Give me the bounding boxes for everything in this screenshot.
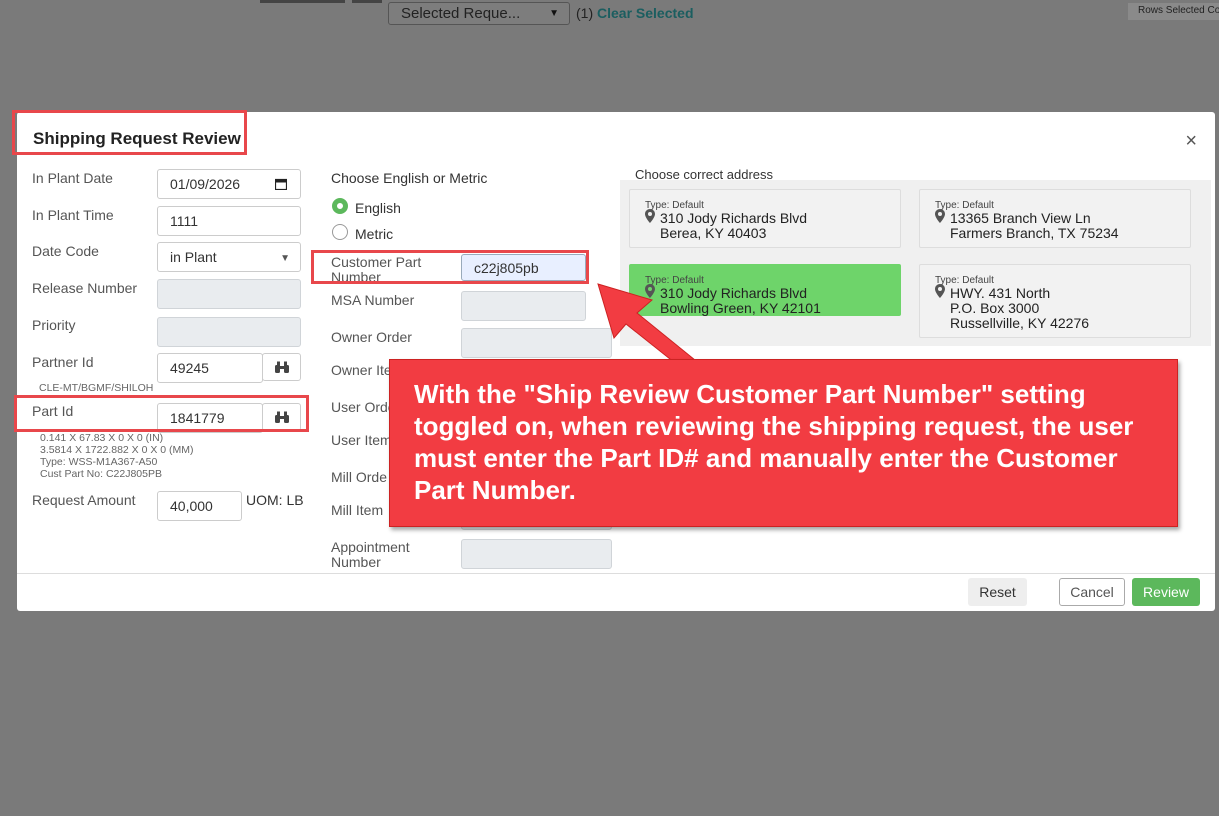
metric-radio-label: Metric	[355, 226, 394, 242]
address-line1: 13365 Branch View Ln	[950, 210, 1091, 226]
address-card[interactable]: Type: Default 310 Jody Richards Blvd Ber…	[629, 189, 901, 248]
request-amount-field[interactable]: 40,000	[157, 491, 242, 521]
date-code-label: Date Code	[32, 243, 99, 259]
priority-label: Priority	[32, 317, 76, 333]
address-line1: 310 Jody Richards Blvd	[660, 210, 808, 226]
partner-info: CLE-MT/BGMF/SHILOH	[39, 382, 154, 394]
review-button[interactable]: Review	[1132, 578, 1200, 606]
map-pin-icon	[645, 284, 655, 298]
release-number-field	[157, 279, 301, 309]
english-radio[interactable]	[332, 198, 348, 214]
appointment-number-field	[461, 539, 612, 569]
background-toolbar-line	[260, 0, 345, 3]
owner-item-label: Owner Ite	[331, 362, 392, 378]
in-plant-time-field[interactable]: 1111	[157, 206, 301, 236]
address-card[interactable]: Type: Default 13365 Branch View Ln Farme…	[919, 189, 1191, 248]
address-line1: HWY. 431 North	[950, 285, 1051, 301]
appointment-number-label: Appointment Number	[331, 539, 410, 570]
address-line2: Farmers Branch, TX 75234	[950, 225, 1119, 241]
in-plant-date-label: In Plant Date	[32, 170, 113, 186]
in-plant-date-value: 01/09/2026	[170, 176, 241, 192]
chevron-down-icon: ▼	[280, 253, 290, 264]
in-plant-date-field[interactable]: 01/09/2026	[157, 169, 301, 199]
owner-order-label: Owner Order	[331, 329, 412, 345]
part-dims-mm: 3.5814 X 1722.882 X 0 X 0 (MM)	[40, 444, 194, 456]
map-pin-icon	[645, 209, 655, 223]
partner-id-label: Partner Id	[32, 354, 94, 370]
english-radio-label: English	[355, 200, 401, 216]
selected-requests-value: Selected Reque...	[401, 5, 521, 22]
rows-selected-label: Rows Selected Co	[1128, 3, 1219, 20]
release-number-label: Release Number	[32, 280, 138, 296]
address-line1: 310 Jody Richards Blvd	[660, 285, 808, 301]
date-code-value: in Plant	[170, 249, 217, 265]
units-heading: Choose English or Metric	[331, 170, 488, 186]
annotation-callout: With the "Ship Review Customer Part Numb…	[389, 359, 1178, 527]
date-code-select[interactable]: in Plant ▼	[157, 242, 301, 272]
part-id-highlight-box	[14, 395, 309, 432]
map-pin-icon	[935, 209, 945, 223]
reset-button[interactable]: Reset	[968, 578, 1027, 606]
part-type: Type: WSS-M1A367-A50	[40, 456, 158, 468]
metric-radio[interactable]	[332, 224, 348, 240]
clear-selected-link[interactable]: Clear Selected	[597, 5, 694, 21]
in-plant-time-label: In Plant Time	[32, 207, 114, 223]
address-card[interactable]: Type: Default HWY. 431 North P.O. Box 30…	[919, 264, 1191, 338]
owner-order-field	[461, 328, 612, 358]
mill-item-label: Mill Item	[331, 502, 384, 518]
part-cust-part-no: Cust Part No: C22J805PB	[40, 468, 162, 480]
map-pin-icon	[935, 284, 945, 298]
address-line2: P.O. Box 3000	[950, 300, 1040, 316]
cancel-button[interactable]: Cancel	[1059, 578, 1125, 606]
uom-label: UOM: LB	[246, 492, 304, 508]
request-amount-label: Request Amount	[32, 492, 136, 508]
background-toolbar-line	[352, 0, 382, 3]
binoculars-icon	[274, 361, 289, 373]
customer-part-highlight-box	[311, 250, 589, 284]
address-line3: Russellville, KY 42276	[950, 315, 1090, 331]
user-order-label: User Orde	[331, 399, 396, 415]
close-icon[interactable]: ×	[1185, 130, 1197, 153]
address-card-selected[interactable]: Type: Default 310 Jody Richards Blvd Bow…	[629, 264, 901, 316]
mill-order-label: Mill Orde	[331, 469, 388, 485]
user-item-label: User Item	[331, 432, 392, 448]
address-line2: Berea, KY 40403	[660, 225, 767, 241]
priority-field	[157, 317, 301, 347]
address-line2: Bowling Green, KY 42101	[660, 300, 821, 316]
selected-requests-dropdown[interactable]: Selected Reque... ▼	[388, 2, 570, 25]
part-dims-in: 0.141 X 67.83 X 0 X 0 (IN)	[40, 432, 164, 444]
msa-number-field	[461, 291, 586, 321]
msa-number-label: MSA Number	[331, 292, 415, 308]
chevron-down-icon: ▼	[549, 8, 559, 19]
partner-search-button[interactable]	[262, 353, 301, 381]
partner-id-field[interactable]: 49245	[157, 353, 263, 383]
calendar-icon[interactable]	[275, 178, 287, 190]
footer-divider	[17, 573, 1215, 574]
address-panel: Type: Default 310 Jody Richards Blvd Ber…	[620, 180, 1211, 346]
selected-count: (1)	[576, 5, 594, 21]
title-highlight-box	[12, 110, 247, 155]
